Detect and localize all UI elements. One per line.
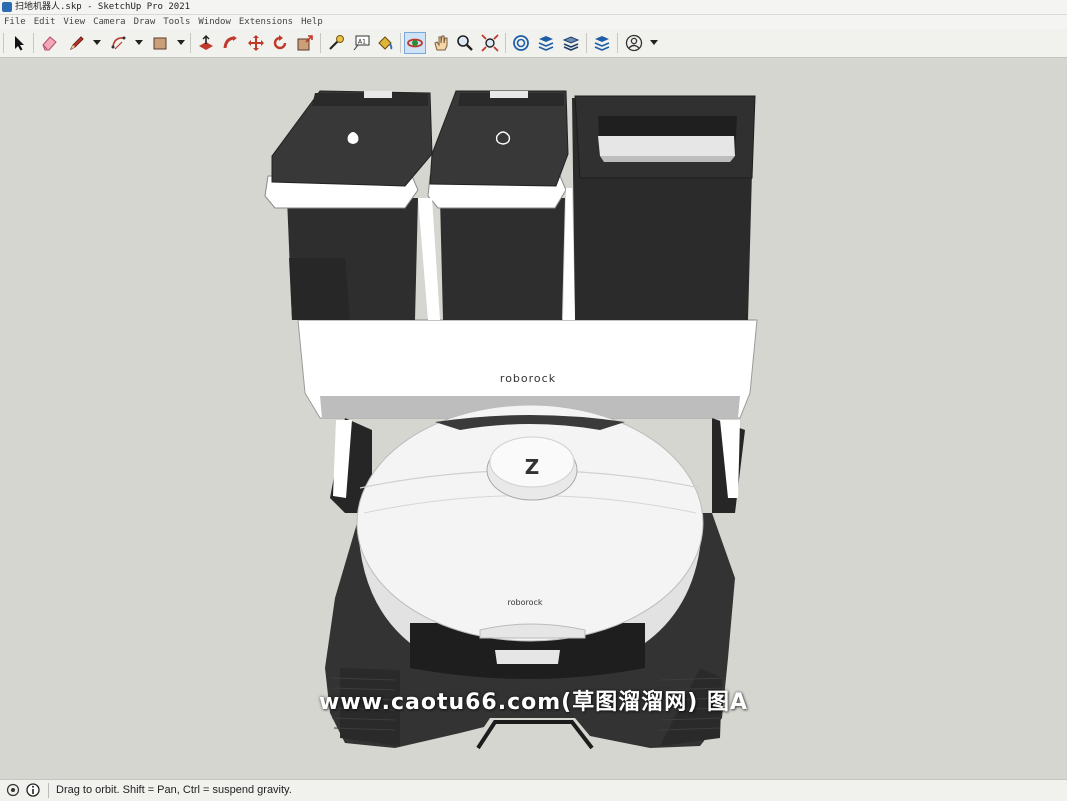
eraser-icon <box>42 36 57 51</box>
select-tool-button[interactable] <box>8 32 30 54</box>
toolbar-grip <box>3 33 4 53</box>
extension-warehouse-icon <box>538 36 554 51</box>
menu-edit[interactable]: Edit <box>30 15 60 29</box>
push-pull-tool-button[interactable] <box>195 32 217 54</box>
menu-camera[interactable]: Camera <box>89 15 130 29</box>
status-message: Drag to orbit. Shift = Pan, Ctrl = suspe… <box>56 784 292 796</box>
push-pull-icon <box>199 35 213 50</box>
robot-vacuum: Z roborock <box>356 404 704 679</box>
menu-window[interactable]: Window <box>194 15 235 29</box>
drawing-viewport[interactable]: roborock Z roborock <box>0 58 1067 778</box>
follow-me-icon <box>223 36 237 49</box>
status-divider <box>48 783 49 798</box>
info-icon[interactable] <box>26 783 40 797</box>
follow-me-tool-button[interactable] <box>220 32 242 54</box>
paint-bucket-tool-button[interactable] <box>374 32 396 54</box>
menu-tools[interactable]: Tools <box>159 15 194 29</box>
rectangle-tool-dropdown[interactable] <box>177 40 185 45</box>
scale-icon <box>297 35 313 51</box>
arc-icon <box>111 36 126 50</box>
account-button[interactable] <box>623 32 645 54</box>
text-tool-label: A1 <box>358 39 366 46</box>
move-icon <box>248 35 264 51</box>
watermark-text: www.caotu66.com(草图溜溜网) 图A <box>319 690 748 715</box>
zoom-tool-button[interactable] <box>454 32 476 54</box>
arc-tool-dropdown[interactable] <box>135 40 143 45</box>
scale-tool-button[interactable] <box>294 32 316 54</box>
text-tool-button[interactable]: A1 <box>350 32 372 54</box>
toolbar-separator <box>400 33 401 53</box>
warehouse-icon <box>513 35 529 51</box>
menu-bar: File Edit View Camera Draw Tools Window Extensi… <box>0 15 1067 29</box>
status-bar: Drag to orbit. Shift = Pan, Ctrl = suspe… <box>0 779 1067 801</box>
zoom-icon <box>457 35 473 51</box>
line-tool-dropdown[interactable] <box>93 40 101 45</box>
user-icon <box>625 34 643 52</box>
eraser-tool-button[interactable] <box>38 32 60 54</box>
clean-water-tank <box>264 90 433 320</box>
rectangle-icon <box>153 37 167 50</box>
text-icon: A1 <box>353 35 370 51</box>
extension-manager-icon <box>594 36 610 51</box>
dirty-water-tank <box>427 90 569 320</box>
toolbar-separator <box>505 33 506 53</box>
move-tool-button[interactable] <box>245 32 267 54</box>
toolbar-separator <box>617 33 618 53</box>
orbit-tool-button[interactable] <box>404 32 426 54</box>
warehouse-button[interactable] <box>510 32 532 54</box>
pan-tool-button[interactable] <box>430 32 452 54</box>
window-title: 扫地机器人.skp - SketchUp Pro 2021 <box>15 2 191 12</box>
model-render: roborock Z roborock <box>264 90 758 750</box>
menu-help[interactable]: Help <box>297 15 327 29</box>
paint-bucket-icon <box>378 36 393 50</box>
credits-icon[interactable] <box>6 783 20 797</box>
rotate-icon <box>273 35 287 50</box>
dust-bin <box>572 95 756 320</box>
account-dropdown[interactable] <box>650 40 658 45</box>
menu-extensions[interactable]: Extensions <box>235 15 297 29</box>
sketchup-app-icon <box>2 2 12 12</box>
menu-view[interactable]: View <box>59 15 89 29</box>
menu-file[interactable]: File <box>0 15 30 29</box>
rectangle-tool-button[interactable] <box>149 32 171 54</box>
brand-logo-robot: roborock <box>507 598 542 607</box>
tape-measure-tool-button[interactable] <box>325 32 347 54</box>
layers-icon <box>562 36 580 51</box>
line-tool-button[interactable] <box>66 32 88 54</box>
orbit-icon <box>407 38 423 48</box>
robot-logo-letter: Z <box>525 455 540 479</box>
menu-draw[interactable]: Draw <box>130 15 160 29</box>
brand-logo-tray: roborock <box>500 372 556 385</box>
arrow-icon <box>15 36 24 51</box>
zoom-extents-tool-button[interactable] <box>479 32 501 54</box>
tape-measure-icon <box>329 35 344 50</box>
zoom-extents-icon <box>481 34 499 52</box>
toolbar-separator <box>33 33 34 53</box>
rotate-tool-button[interactable] <box>269 32 291 54</box>
toolbar-separator <box>190 33 191 53</box>
extension-manager-button[interactable] <box>591 32 613 54</box>
extension-warehouse-button[interactable] <box>535 32 557 54</box>
title-bar: 扫地机器人.skp - SketchUp Pro 2021 <box>0 0 1067 15</box>
toolbar-separator <box>586 33 587 53</box>
arc-tool-button[interactable] <box>108 32 130 54</box>
toolbar-separator <box>320 33 321 53</box>
tank-tray <box>297 319 758 419</box>
pencil-icon <box>69 36 84 51</box>
pan-hand-icon <box>434 35 448 51</box>
layout-button[interactable] <box>560 32 582 54</box>
main-toolbar: A1 <box>0 29 1067 58</box>
